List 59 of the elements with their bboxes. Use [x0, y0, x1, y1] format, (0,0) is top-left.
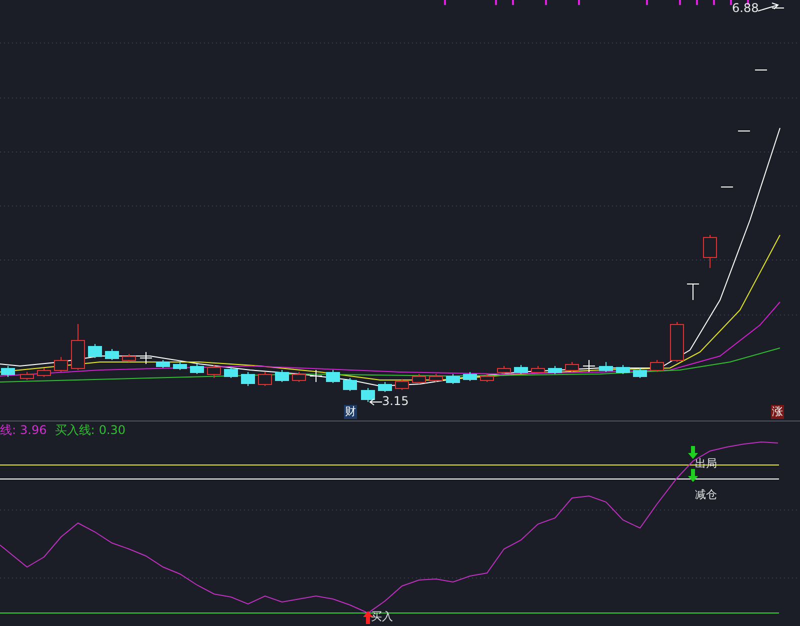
- candlestick: [343, 378, 357, 392]
- candlestick: [497, 366, 511, 374]
- legend-label: 买入线:: [54, 423, 95, 437]
- candlestick: [54, 356, 68, 372]
- event-badge: 财: [344, 405, 357, 419]
- pointer-arrow-icon: [369, 398, 382, 406]
- candlestick: [670, 322, 684, 362]
- candlestick: [326, 370, 340, 384]
- candlestick: [1, 366, 15, 378]
- candlestick: [650, 360, 664, 372]
- candlestick: [565, 362, 579, 372]
- candlestick: [20, 372, 34, 380]
- pointer-arrow-icon: [758, 2, 779, 12]
- candlestick: [738, 130, 750, 132]
- price-label: 6.88: [732, 1, 759, 15]
- price-label: 3.15: [382, 394, 409, 408]
- candlestick: [173, 362, 187, 370]
- candlestick: [531, 366, 545, 374]
- candlestick: [446, 374, 460, 384]
- candlestick: [241, 372, 255, 386]
- candlestick: [703, 234, 717, 268]
- event-badge: 涨: [771, 405, 784, 419]
- candlestick: [720, 186, 734, 188]
- signal-label: 减仓: [695, 488, 717, 502]
- candlestick: [190, 364, 204, 374]
- candlestick: [463, 372, 477, 382]
- candlestick: [395, 378, 409, 390]
- candlestick: [514, 364, 528, 374]
- candlestick: [412, 374, 426, 384]
- candlestick: [310, 370, 322, 382]
- candlestick: [140, 352, 152, 364]
- signal-label: 买入: [371, 610, 393, 624]
- candlestick: [88, 344, 102, 358]
- legend-label: 线:: [0, 423, 16, 437]
- candlestick: [275, 370, 289, 382]
- candlestick: [429, 374, 443, 382]
- arrow-up-icon: [363, 611, 373, 624]
- candlestick: [37, 368, 51, 378]
- candlestick: [122, 354, 136, 362]
- candlestick: [156, 360, 170, 368]
- arrow-down-icon: [688, 469, 698, 482]
- candlestick: [599, 362, 613, 372]
- candlestick: [224, 366, 238, 378]
- candlestick: [378, 382, 392, 392]
- candlestick: [71, 324, 85, 370]
- candlestick: [686, 284, 700, 300]
- candlestick: [633, 368, 647, 378]
- candlestick: [616, 364, 630, 374]
- candlestick: [105, 348, 119, 360]
- legend-value: 0.30: [98, 423, 126, 437]
- arrow-down-icon: [688, 446, 698, 459]
- candlestick: [548, 366, 562, 374]
- legend-value: 3.96: [20, 423, 47, 437]
- candlestick: [582, 360, 596, 372]
- candlestick: [361, 388, 375, 402]
- candlestick: [480, 374, 494, 382]
- candlestick: [292, 372, 306, 382]
- candlestick: [207, 364, 221, 378]
- candlestick: [258, 372, 272, 386]
